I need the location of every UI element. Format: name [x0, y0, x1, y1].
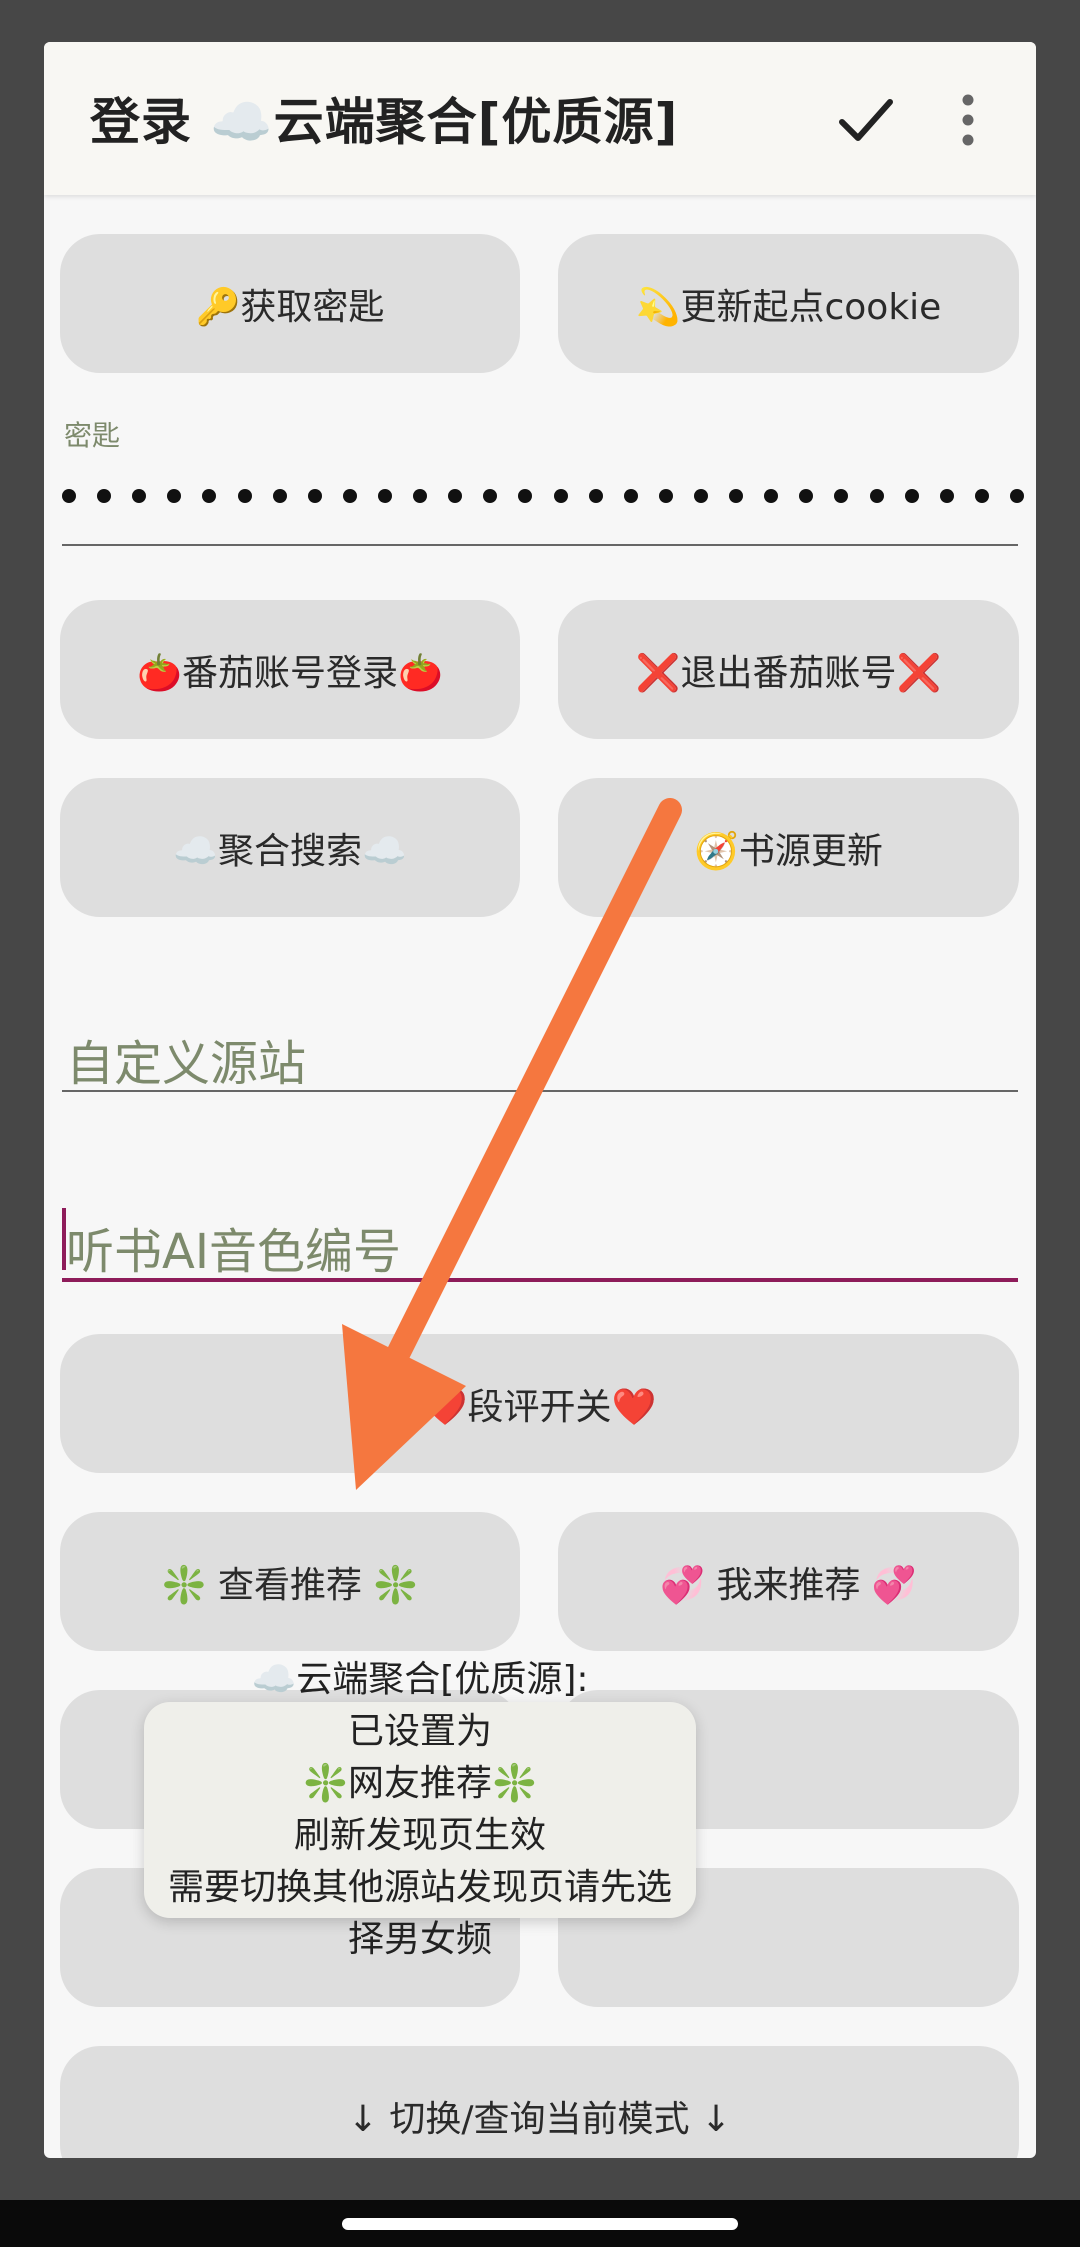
check-icon[interactable] [834, 88, 898, 152]
mask-dot [834, 489, 849, 503]
mask-dot [588, 489, 603, 503]
mask-dot [799, 489, 814, 503]
source-update-button[interactable]: 🧭书源更新 [558, 778, 1019, 917]
login-dialog: 登录 ☁️云端聚合[优质源] 🔑获取密匙 💫更新起点cookie 密匙 🍅番茄账… [44, 42, 1036, 2158]
custom-source-input[interactable]: 自定义源站 [66, 1024, 306, 1094]
tomato-logout-button[interactable]: ❌退出番茄账号❌ [558, 600, 1019, 739]
toast-line: 刷新发现页生效 [293, 1815, 546, 1856]
custom-source-underline [62, 1090, 1018, 1092]
mask-dot [553, 489, 568, 503]
mask-dot [869, 489, 884, 503]
mask-dot [307, 489, 322, 503]
mask-dot [623, 489, 638, 503]
switch-mode-button[interactable]: ↓ 切换/查询当前模式 ↓ [60, 2046, 1019, 2158]
toast-line: ❇️网友推荐❇️ [303, 1763, 537, 1804]
mask-dot [377, 489, 392, 503]
key-field-underline [62, 544, 1018, 546]
mask-dot [272, 489, 287, 503]
toast-line: 已设置为 [347, 1711, 492, 1752]
view-recommend-button[interactable]: ❇️ 查看推荐 ❇️ [60, 1512, 520, 1651]
mask-dot [62, 489, 76, 503]
aggregate-search-button[interactable]: ☁️聚合搜索☁️ [60, 778, 520, 917]
tts-voice-underline [62, 1278, 1018, 1282]
comment-toggle-button[interactable]: ❤️段评开关❤️ [60, 1334, 1019, 1473]
mask-dot [729, 489, 744, 503]
more-vertical-icon[interactable] [958, 94, 978, 146]
toast-line: 需要切换其他源站发现页请先选择男女频 [167, 1867, 672, 1960]
mask-dot [518, 489, 533, 503]
dialog-title: 登录 ☁️云端聚合[优质源] [90, 93, 679, 151]
my-recommend-button[interactable]: 💞 我来推荐 💞 [558, 1512, 1019, 1651]
mask-dot [448, 489, 463, 503]
mask-dot [202, 489, 217, 503]
key-field-label: 密匙 [64, 419, 121, 452]
get-key-button[interactable]: 🔑获取密匙 [60, 234, 520, 373]
mask-dot [904, 489, 919, 503]
tts-voice-input[interactable]: 听书AI音色编号 [66, 1212, 401, 1282]
mask-dot [939, 489, 954, 503]
home-indicator[interactable] [342, 2218, 738, 2230]
toast-message: ☁️云端聚合[优质源]: 已设置为 ❇️网友推荐❇️ 刷新发现页生效 需要切换其… [144, 1659, 696, 1960]
mask-dot [693, 489, 708, 503]
mask-dot [413, 489, 428, 503]
mask-dot [167, 489, 182, 503]
toast-line: ☁️云端聚合[优质源]: [251, 1659, 589, 1700]
update-cookie-button[interactable]: 💫更新起点cookie [558, 234, 1019, 373]
mask-dot [974, 489, 989, 503]
mask-dot [237, 489, 252, 503]
mask-dot [658, 489, 673, 503]
tomato-login-button[interactable]: 🍅番茄账号登录🍅 [60, 600, 520, 739]
mask-dot [132, 489, 147, 503]
mask-dot [1009, 489, 1024, 503]
title-bar: 登录 ☁️云端聚合[优质源] [44, 42, 1036, 195]
mask-dot [97, 489, 112, 503]
mask-dot [483, 489, 498, 503]
key-password-input[interactable] [62, 484, 1024, 508]
mask-dot [764, 489, 779, 503]
mask-dot [342, 489, 357, 503]
